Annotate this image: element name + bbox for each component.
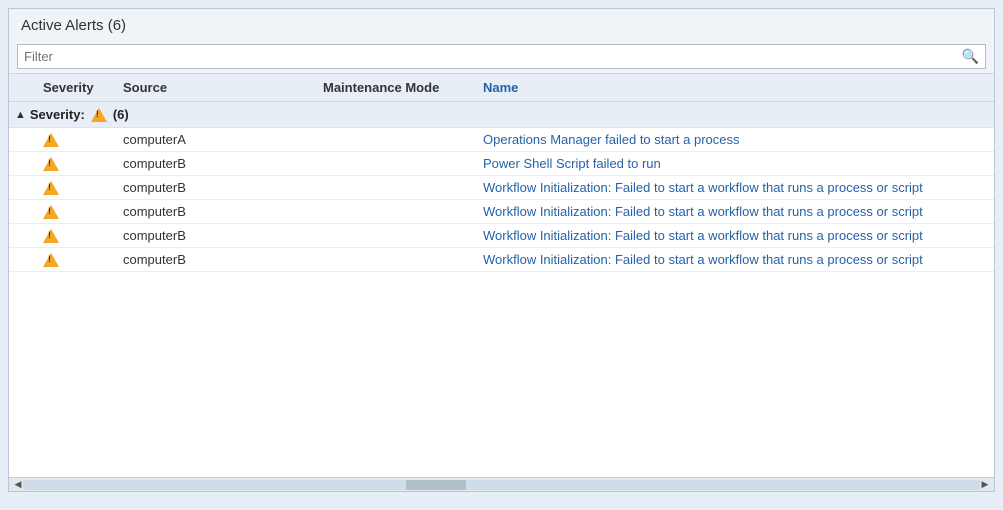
group-label: Severity: (6) (30, 107, 129, 122)
name-cell[interactable]: Workflow Initialization: Failed to start… (479, 180, 994, 195)
panel-title: Active Alerts (6) (9, 9, 994, 40)
table-row[interactable]: computerA Operations Manager failed to s… (9, 128, 994, 152)
source-cell: computerB (119, 204, 319, 219)
col-header-maintenance[interactable]: Maintenance Mode (319, 80, 479, 95)
scroll-right-arrow[interactable]: ▶ (978, 478, 992, 492)
horizontal-scrollbar[interactable]: ◀ ▶ (9, 477, 994, 491)
filter-bar: 🔍 (9, 40, 994, 73)
source-cell: computerB (119, 252, 319, 267)
name-cell[interactable]: Workflow Initialization: Failed to start… (479, 252, 994, 267)
warning-icon (91, 108, 107, 122)
filter-input[interactable] (18, 45, 956, 68)
severity-cell (39, 205, 119, 219)
name-cell[interactable]: Operations Manager failed to start a pro… (479, 132, 994, 147)
table-row[interactable]: computerB Workflow Initialization: Faile… (9, 176, 994, 200)
col-header-name[interactable]: Name (479, 80, 994, 95)
table-row[interactable]: computerB Power Shell Script failed to r… (9, 152, 994, 176)
group-label-text: Severity: (30, 107, 85, 122)
severity-cell (39, 229, 119, 243)
table-row[interactable]: computerB Workflow Initialization: Faile… (9, 224, 994, 248)
warning-icon (43, 181, 59, 195)
warning-icon (43, 157, 59, 171)
severity-cell (39, 253, 119, 267)
name-cell[interactable]: Workflow Initialization: Failed to start… (479, 204, 994, 219)
warning-icon (43, 205, 59, 219)
table-row[interactable]: computerB Workflow Initialization: Faile… (9, 248, 994, 272)
source-cell: computerB (119, 228, 319, 243)
table-body: ▲ Severity: (6) computerA Operations Man… (9, 102, 994, 477)
col-header-source[interactable]: Source (119, 80, 319, 95)
filter-input-wrap: 🔍 (17, 44, 986, 69)
table-header: Severity Source Maintenance Mode Name (9, 74, 994, 102)
severity-cell (39, 133, 119, 147)
col-header-severity[interactable]: Severity (39, 80, 119, 95)
scroll-track[interactable] (23, 480, 980, 490)
warning-icon (43, 229, 59, 243)
active-alerts-panel: Active Alerts (6) 🔍 Severity Source Main… (8, 8, 995, 492)
group-toggle-icon[interactable]: ▲ (15, 109, 26, 121)
severity-cell (39, 157, 119, 171)
group-count: (6) (113, 107, 129, 122)
name-cell[interactable]: Power Shell Script failed to run (479, 156, 994, 171)
source-cell: computerA (119, 132, 319, 147)
warning-icon (43, 253, 59, 267)
severity-cell (39, 181, 119, 195)
alerts-table: Severity Source Maintenance Mode Name ▲ … (9, 73, 994, 477)
warning-icon (43, 133, 59, 147)
name-cell[interactable]: Workflow Initialization: Failed to start… (479, 228, 994, 243)
group-row-severity[interactable]: ▲ Severity: (6) (9, 102, 994, 128)
table-row[interactable]: computerB Workflow Initialization: Faile… (9, 200, 994, 224)
source-cell: computerB (119, 180, 319, 195)
search-icon: 🔍 (956, 45, 985, 68)
scroll-thumb[interactable] (406, 480, 466, 490)
source-cell: computerB (119, 156, 319, 171)
